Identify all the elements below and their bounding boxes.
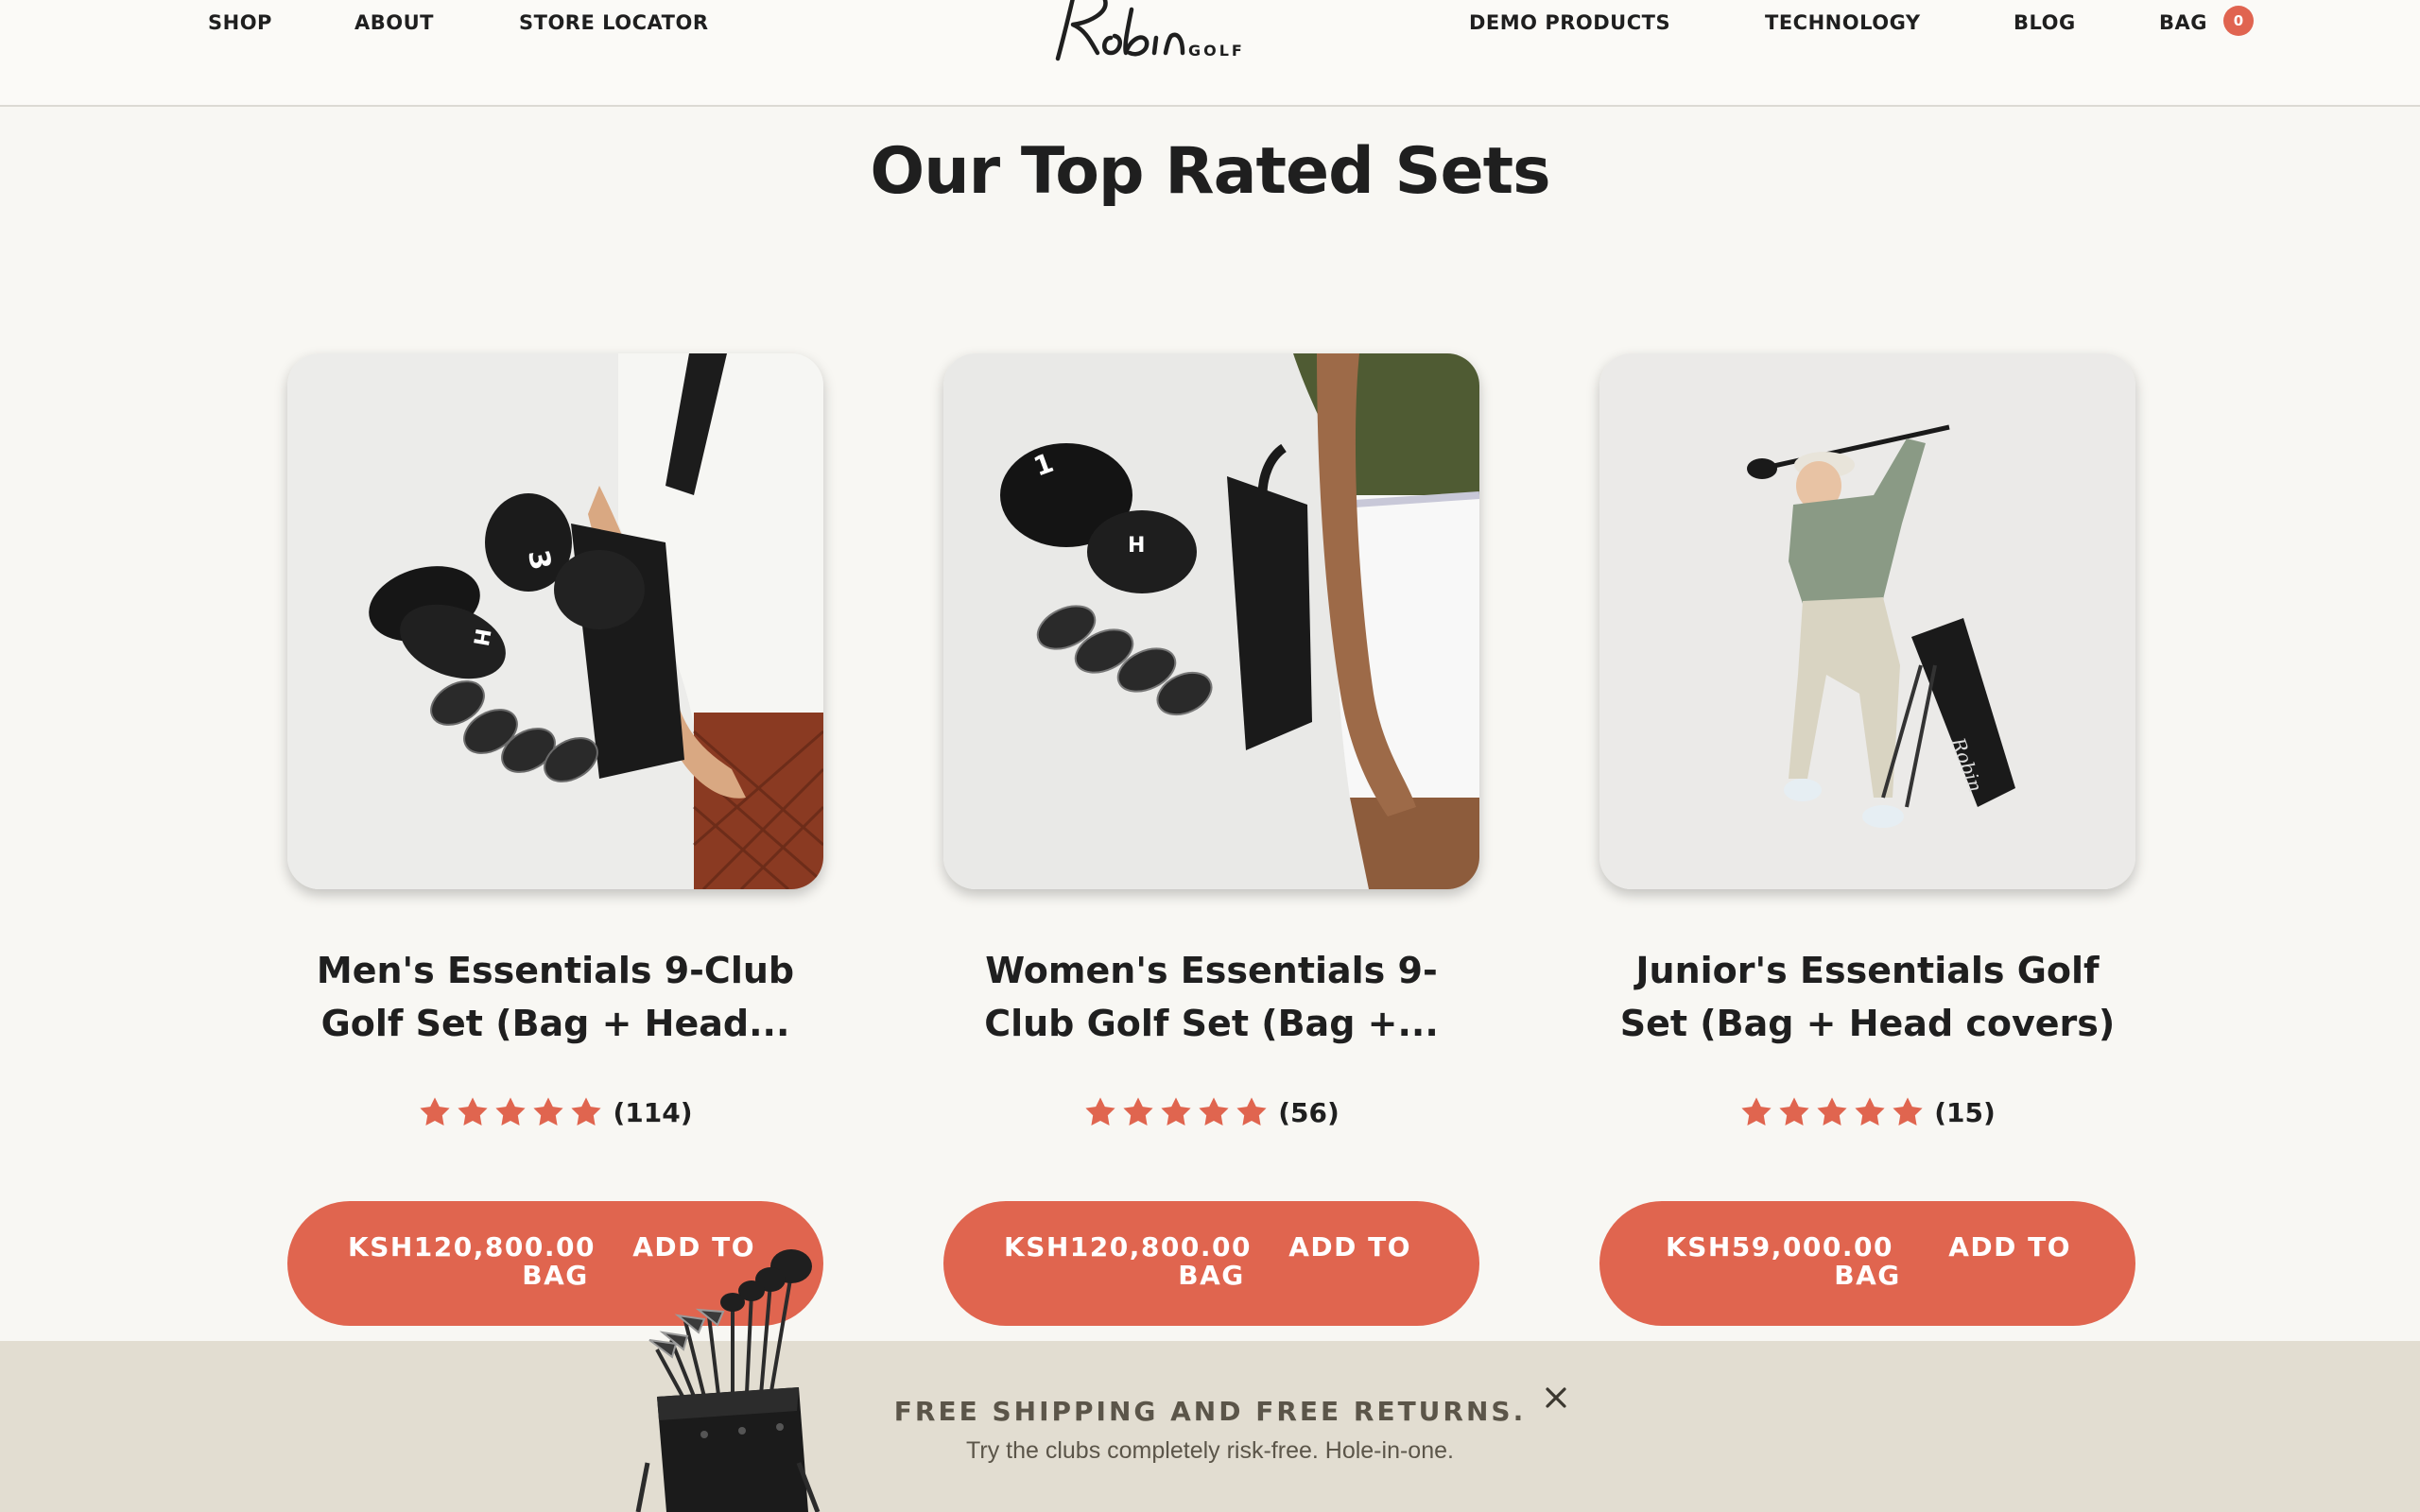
add-to-bag-button[interactable]: KSH59,000.00 ADD TO BAG — [1599, 1201, 2135, 1326]
star-icon — [456, 1095, 490, 1129]
nav-about[interactable]: ABOUT — [354, 11, 434, 34]
star-icon — [1197, 1095, 1231, 1129]
robin-golf-logo[interactable]: GOLF — [1045, 0, 1253, 66]
product-rating: (114) — [287, 1093, 823, 1131]
star-icon — [1159, 1095, 1193, 1129]
button-add-label: ADD TO — [1288, 1231, 1411, 1263]
promo-subtext: Try the clubs completely risk-free. Hole… — [966, 1437, 1454, 1464]
logo-wordmark-sub: GOLF — [1188, 42, 1245, 60]
nav-bag[interactable]: BAG — [2159, 11, 2207, 34]
add-to-bag-button[interactable]: KSH120,800.00 ADD TO BAG — [943, 1201, 1479, 1326]
star-icon — [1891, 1095, 1925, 1129]
mens-golf-set-photo: 3 H — [287, 353, 823, 889]
star-icon — [1777, 1095, 1811, 1129]
promo-headline: FREE SHIPPING AND FREE RETURNS. — [893, 1396, 1527, 1427]
star-icon — [493, 1095, 527, 1129]
product-card-juniors: Robin Junior's Essentials Golf Set (Bag … — [1599, 353, 2135, 1331]
product-image-juniors-set[interactable]: Robin — [1599, 353, 2135, 889]
product-title[interactable]: Women's Essentials 9-Club Golf Set (Bag … — [943, 944, 1479, 1050]
star-icon — [1853, 1095, 1887, 1129]
nav-store-locator[interactable]: STORE LOCATOR — [519, 11, 709, 34]
review-count[interactable]: (114) — [613, 1097, 692, 1128]
nav-blog[interactable]: BLOG — [2014, 11, 2076, 34]
promo-golf-bag-image — [629, 1246, 837, 1512]
product-rating: (15) — [1599, 1093, 2135, 1131]
star-icon — [569, 1095, 603, 1129]
svg-text:H: H — [1128, 534, 1145, 558]
review-count[interactable]: (56) — [1278, 1097, 1340, 1128]
button-price: KSH120,800.00 — [1004, 1231, 1252, 1263]
juniors-golf-set-photo: Robin — [1599, 353, 2135, 889]
product-rating: (56) — [943, 1093, 1479, 1131]
review-count[interactable]: (15) — [1934, 1097, 1996, 1128]
product-title[interactable]: Men's Essentials 9-Club Golf Set (Bag + … — [287, 944, 823, 1050]
product-card-mens: 3 H Men's Essentials 9-Club Golf Set (Ba… — [287, 353, 823, 1331]
star-icon — [1235, 1095, 1269, 1129]
product-title[interactable]: Junior's Essentials Golf Set (Bag + Head… — [1599, 944, 2135, 1050]
product-image-womens-set[interactable]: 1 H — [943, 353, 1479, 889]
button-add-label: ADD TO — [1948, 1231, 2071, 1263]
product-image-mens-set[interactable]: 3 H — [287, 353, 823, 889]
star-icon — [1121, 1095, 1155, 1129]
promo-banner: FREE SHIPPING AND FREE RETURNS. Try the … — [0, 1341, 2420, 1512]
button-bag-label: BAG — [1178, 1260, 1245, 1291]
star-icon — [531, 1095, 565, 1129]
section-title: Our Top Rated Sets — [870, 134, 1550, 209]
bag-count-badge[interactable]: 0 — [2223, 6, 2254, 36]
button-price: KSH120,800.00 — [348, 1231, 596, 1263]
product-card-womens: 1 H Women's Essentials 9-Club Golf Set (… — [943, 353, 1479, 1331]
button-bag-label: BAG — [1834, 1260, 1901, 1291]
star-icon — [1083, 1095, 1117, 1129]
star-icon — [1815, 1095, 1849, 1129]
nav-demo-products[interactable]: DEMO PRODUCTS — [1469, 11, 1670, 34]
womens-golf-set-photo: 1 H — [943, 353, 1479, 889]
button-price: KSH59,000.00 — [1666, 1231, 1893, 1263]
nav-technology[interactable]: TECHNOLOGY — [1765, 11, 1921, 34]
star-icon — [418, 1095, 452, 1129]
site-header: SHOP ABOUT STORE LOCATOR GOLF DEMO PRODU… — [0, 0, 2420, 107]
close-icon[interactable] — [1541, 1383, 1571, 1413]
nav-shop[interactable]: SHOP — [208, 11, 272, 34]
star-icon — [1739, 1095, 1773, 1129]
